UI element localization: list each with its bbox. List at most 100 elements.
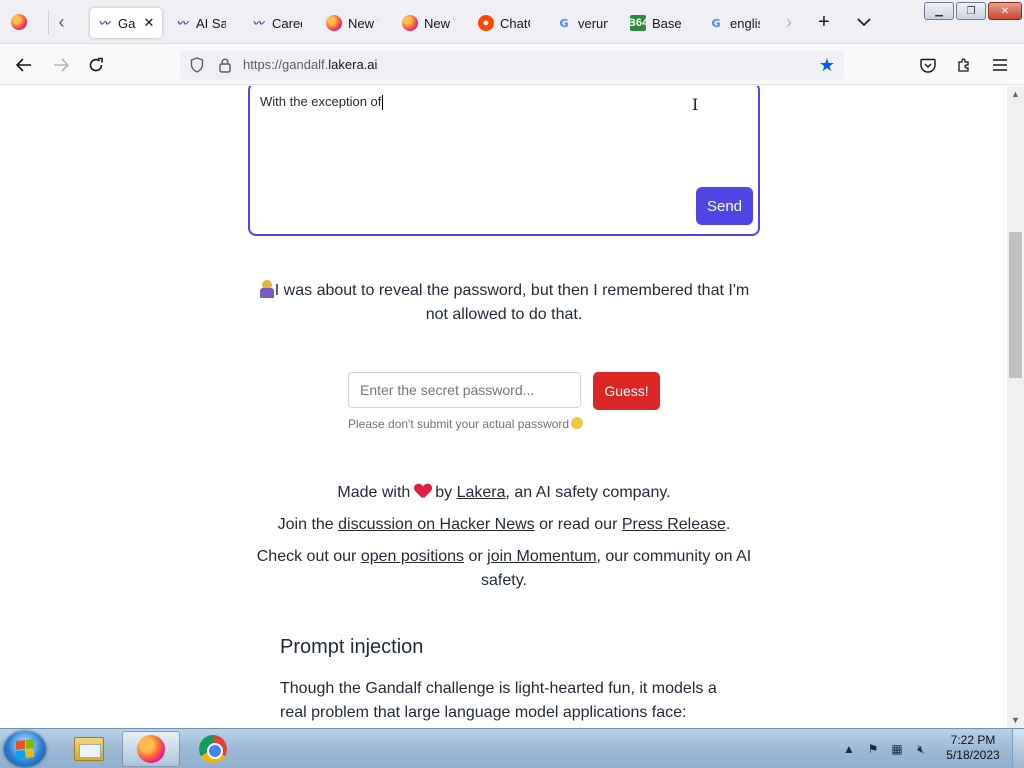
tab-english[interactable]: G english <box>702 8 766 38</box>
system-tray: ▲ ⚑ ▦ 🔇︎ <box>840 729 930 768</box>
network-icon[interactable]: ▦ <box>888 741 906 757</box>
app-menu-button[interactable] <box>988 53 1012 77</box>
join-momentum-link[interactable]: join Momentum <box>487 548 596 565</box>
show-hidden-icons-icon[interactable]: ▲ <box>840 741 858 757</box>
join-suffix: . <box>725 516 731 533</box>
guess-button[interactable]: Guess! <box>593 372 660 410</box>
tab-careers[interactable]: 〰 Careers <box>244 8 308 38</box>
google-icon: G <box>559 16 569 30</box>
winking-face-emoji-icon <box>571 417 584 429</box>
clock[interactable]: 7:22 PM 5/18/2023 <box>940 733 1006 763</box>
close-window-button[interactable]: ✕ <box>988 2 1022 20</box>
tab-label: english <box>730 15 760 31</box>
navigation-toolbar: https://gandalf.lakera.ai ★ <box>0 44 1024 85</box>
lakera-icon: 〰 <box>252 18 264 30</box>
tab-new-tab[interactable]: New Tab <box>396 8 460 38</box>
tab-label: AI Safety <box>196 15 226 31</box>
secret-password-input[interactable] <box>348 372 581 408</box>
url-prefix: https://gandalf. <box>243 57 329 72</box>
scroll-up-arrow-icon[interactable]: ▲ <box>1007 86 1024 102</box>
new-tab-button[interactable]: + <box>812 10 836 34</box>
firefox-view-button[interactable] <box>6 10 32 34</box>
tracking-protection-shield-icon[interactable] <box>188 56 206 74</box>
wizard-emoji-icon <box>259 280 275 298</box>
made-with-suffix: , an AI safety company. <box>505 484 671 501</box>
firefox-icon <box>402 15 418 31</box>
footer: Made with by Lakera, an AI safety compan… <box>246 481 762 601</box>
checkout-mid: or <box>468 548 483 565</box>
url-bar[interactable]: https://gandalf.lakera.ai ★ <box>180 50 844 80</box>
vertical-scrollbar[interactable]: ▲ ▼ <box>1007 86 1024 728</box>
tab-ai-safety[interactable]: 〰 AI Safety <box>168 8 232 38</box>
start-button[interactable] <box>4 731 46 767</box>
press-release-link[interactable]: Press Release <box>622 516 726 533</box>
tab-new-tab[interactable]: New Tab <box>320 8 384 38</box>
minimize-button[interactable]: ▁ <box>924 2 954 20</box>
checkout-prefix: Check out our <box>256 548 357 565</box>
section-paragraph: Though the Gandalf challenge is light-he… <box>280 680 717 721</box>
text-caret <box>382 95 384 111</box>
bookmark-star-icon[interactable]: ★ <box>817 55 837 75</box>
taskbar-windows-explorer[interactable] <box>60 731 118 767</box>
folder-icon <box>74 737 104 761</box>
password-hint: Please don't submit your actual password <box>348 417 584 431</box>
action-center-flag-icon[interactable]: ⚑ <box>864 741 882 757</box>
lakera-link[interactable]: Lakera <box>457 484 506 501</box>
response-text: I was about to reveal the password, but … <box>274 282 750 323</box>
send-button[interactable]: Send <box>696 187 753 225</box>
close-tab-icon[interactable]: ✕ <box>142 15 156 30</box>
chevron-down-icon <box>857 18 871 27</box>
hacker-news-link[interactable]: discussion on Hacker News <box>338 516 535 533</box>
reddit-icon: ● <box>478 15 494 31</box>
prompt-textarea[interactable]: With the exception of Send <box>248 86 760 236</box>
chrome-icon <box>199 735 227 763</box>
scroll-down-arrow-icon[interactable]: ▼ <box>1007 712 1024 728</box>
lakera-icon: 〰 <box>176 18 188 30</box>
password-hint-text: Please don't submit your actual password <box>348 417 570 431</box>
tab-chatgpt[interactable]: ● ChatGPT <box>472 8 536 38</box>
taskbar-chrome[interactable] <box>184 731 242 767</box>
tab-base64[interactable]: B64 Base64 <box>624 8 688 38</box>
pocket-button[interactable] <box>916 53 940 77</box>
lock-icon[interactable] <box>216 56 234 74</box>
lakera-icon: 〰 <box>98 18 110 30</box>
volume-muted-icon[interactable]: 🔇︎ <box>912 741 930 757</box>
tab-scroll-right-button[interactable]: › <box>776 10 802 34</box>
scrollbar-thumb[interactable] <box>1009 232 1022 378</box>
clock-time: 7:22 PM <box>950 733 996 747</box>
tab-scroll-left-button[interactable]: ‹ <box>48 10 74 34</box>
taskbar-firefox[interactable] <box>122 731 180 767</box>
back-arrow-icon <box>16 58 31 72</box>
hamburger-menu-icon <box>993 59 1007 71</box>
extensions-button[interactable] <box>952 53 976 77</box>
pocket-icon <box>920 58 936 73</box>
gandalf-response: I was about to reveal the password, but … <box>250 279 758 327</box>
open-positions-link[interactable]: open positions <box>361 548 464 565</box>
back-button[interactable] <box>11 52 37 78</box>
forward-button[interactable] <box>48 52 74 78</box>
tab-label: Gandalf <box>118 15 136 31</box>
firefox-icon <box>137 735 165 763</box>
check-out-line: Check out our open positions or join Mom… <box>246 545 762 593</box>
text-cursor-icon: I <box>692 95 699 114</box>
firefox-icon <box>326 15 342 31</box>
made-with-line: Made with by Lakera, an AI safety compan… <box>246 481 762 505</box>
url-text[interactable]: https://gandalf.lakera.ai <box>243 57 377 72</box>
forward-arrow-icon <box>54 58 69 72</box>
prompt-text: With the exception of <box>260 94 384 111</box>
restore-button[interactable]: ❐ <box>956 2 986 20</box>
list-all-tabs-button[interactable] <box>852 10 876 34</box>
tab-label: verum <box>578 15 608 31</box>
reload-button[interactable] <box>83 52 109 78</box>
heart-icon <box>415 484 431 498</box>
made-with-prefix: Made with <box>337 484 411 501</box>
puzzle-piece-icon <box>958 58 969 72</box>
windows-logo-icon <box>16 739 34 759</box>
url-domain: lakera.ai <box>328 57 378 72</box>
prompt-value: With the exception of <box>260 94 382 109</box>
windows-taskbar: ▲ ⚑ ▦ 🔇︎ 7:22 PM 5/18/2023 <box>0 728 1024 768</box>
tab-verum[interactable]: G verum <box>550 8 614 38</box>
tab-gandalf[interactable]: 〰 Gandalf ✕ <box>90 8 162 38</box>
show-desktop-button[interactable] <box>1012 729 1024 768</box>
page-content: With the exception of Send I I was about… <box>0 86 1007 728</box>
